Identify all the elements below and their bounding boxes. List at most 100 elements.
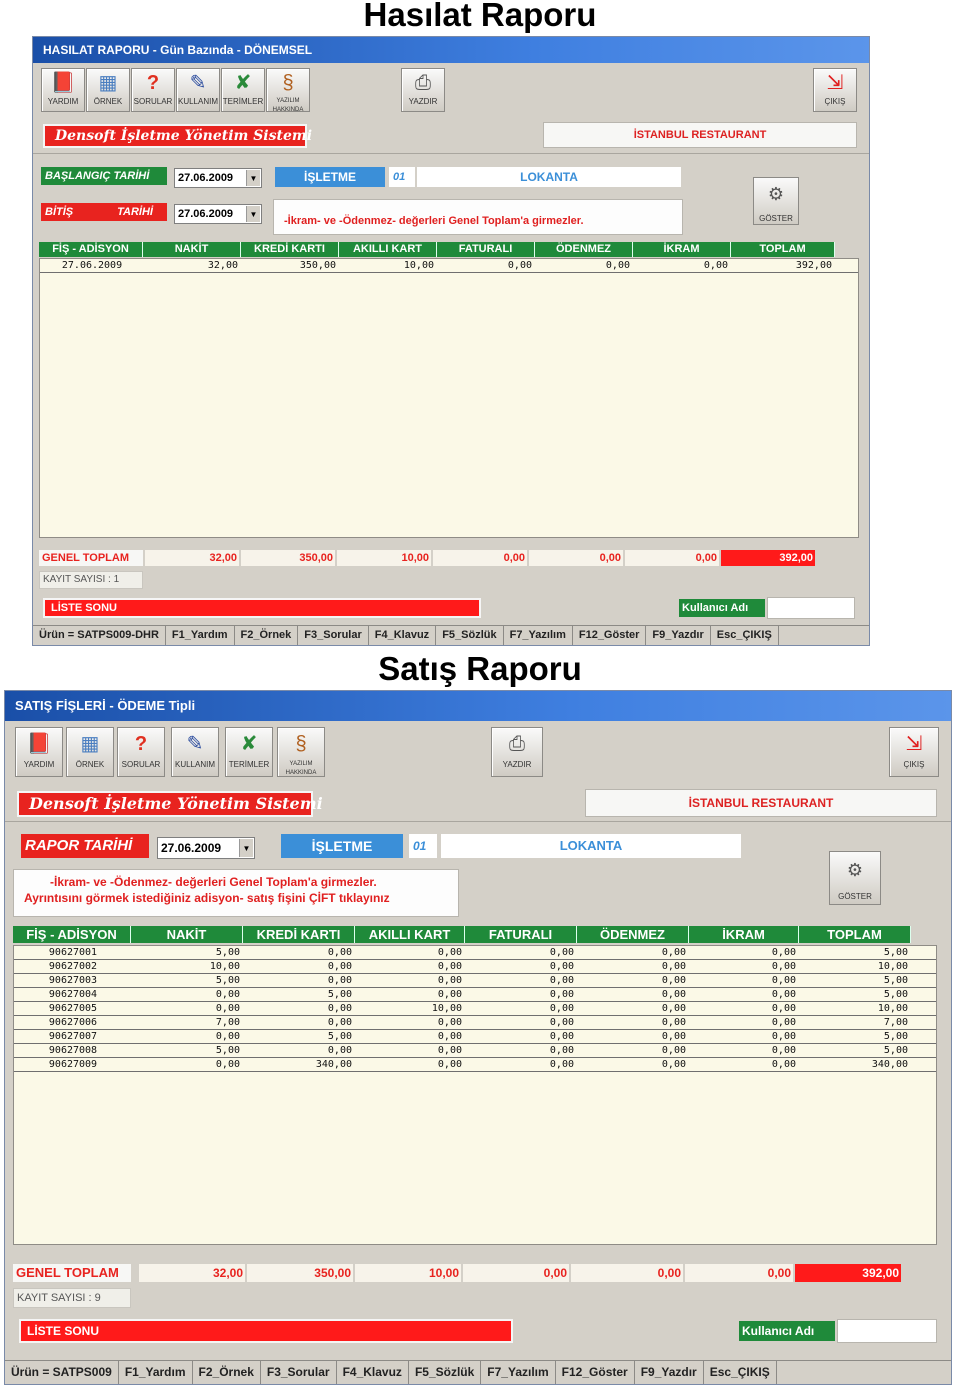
- col-toplam[interactable]: TOPLAM: [731, 242, 835, 257]
- status-f3[interactable]: F3_Sorular: [261, 1361, 337, 1384]
- about-button[interactable]: § YAZILIM HAKKINDA: [277, 727, 325, 777]
- status-f5[interactable]: F5_Sözlük: [436, 626, 504, 645]
- table-cell: 90627002: [48, 961, 98, 972]
- help-button[interactable]: 📕 YARDIM: [15, 727, 63, 777]
- table-cell: 0,00: [437, 961, 462, 972]
- status-f7[interactable]: F7_Yazılım: [504, 626, 573, 645]
- table-cell: 0,00: [549, 947, 574, 958]
- status-f4[interactable]: F4_Klavuz: [369, 626, 437, 645]
- totals-label: GENEL TOPLAM: [39, 550, 143, 566]
- table-cell: 10,00: [431, 1003, 462, 1014]
- status-f5[interactable]: F5_Sözlük: [409, 1361, 482, 1384]
- about-button[interactable]: § YAZILIM HAKKINDA: [266, 68, 310, 113]
- total-toplam: 392,00: [721, 550, 815, 566]
- table-cell: 10,00: [209, 961, 240, 972]
- table-cell: 0,00: [215, 989, 240, 1000]
- col-ikram[interactable]: İKRAM: [633, 242, 731, 257]
- table-cell: 0,00: [605, 260, 630, 271]
- chevron-down-icon[interactable]: ▼: [239, 839, 253, 857]
- data-grid[interactable]: 27.06.2009 32,00 350,00 10,00 0,00 0,00 0,00 39…: [39, 258, 859, 538]
- col-ikram[interactable]: İKRAM: [689, 926, 799, 943]
- total-faturali: 0,00: [463, 1264, 569, 1282]
- sample-button[interactable]: ▦ ÖRNEK: [66, 727, 114, 777]
- table-row[interactable]: 90627007 0,00 5,00 0,00 0,00 0,00 0,00 5,00: [14, 1030, 936, 1044]
- col-kredi[interactable]: KREDİ KARTI: [243, 926, 355, 943]
- table-row[interactable]: 90627002 10,00 0,00 0,00 0,00 0,00 0,00 10,00: [14, 960, 936, 974]
- table-row[interactable]: 90627006 7,00 0,00 0,00 0,00 0,00 0,00 7,00: [14, 1016, 936, 1030]
- table-cell: 5,00: [327, 989, 352, 1000]
- status-f4[interactable]: F4_Klavuz: [337, 1361, 409, 1384]
- window-title: SATIŞ FİŞLERİ - ÖDEME Tipli: [5, 691, 951, 721]
- chevron-down-icon[interactable]: ▼: [246, 170, 260, 186]
- table-cell: 0,00: [549, 975, 574, 986]
- status-f7[interactable]: F7_Yazılım: [481, 1361, 556, 1384]
- table-row[interactable]: 90627004 0,00 5,00 0,00 0,00 0,00 0,00 5,00: [14, 988, 936, 1002]
- table-row[interactable]: 90627005 0,00 0,00 10,00 0,00 0,00 0,00 10,00: [14, 1002, 936, 1016]
- window-title: HASILAT RAPORU - Gün Bazında - DÖNEMSEL: [33, 37, 869, 63]
- table-row[interactable]: 90627009 0,00 340,00 0,00 0,00 0,00 0,00 340,00: [14, 1058, 936, 1072]
- questions-button[interactable]: ? SORULAR: [131, 68, 175, 112]
- table-cell: 27.06.2009: [61, 260, 123, 271]
- col-kredi[interactable]: KREDİ KARTI: [241, 242, 339, 257]
- status-f2[interactable]: F2_Örnek: [235, 626, 299, 645]
- table-cell: 0,00: [215, 1031, 240, 1042]
- col-nakit[interactable]: NAKİT: [143, 242, 241, 257]
- status-f3[interactable]: F3_Sorular: [298, 626, 369, 645]
- col-nakit[interactable]: NAKİT: [131, 926, 243, 943]
- exit-button[interactable]: ⇲ ÇIKIŞ: [813, 68, 857, 112]
- user-field[interactable]: [767, 597, 855, 619]
- status-f9[interactable]: F9_Yazdır: [635, 1361, 704, 1384]
- exit-button[interactable]: ⇲ ÇIKIŞ: [889, 727, 939, 777]
- status-f12[interactable]: F12_Göster: [573, 626, 647, 645]
- status-f12[interactable]: F12_Göster: [556, 1361, 635, 1384]
- data-grid[interactable]: 90627001 5,00 0,00 0,00 0,00 0,00 0,00 5,00 9062…: [13, 945, 937, 1245]
- status-product: Ürün = SATPS009: [5, 1361, 119, 1384]
- start-date-picker[interactable]: 27.06.2009 ▼: [174, 168, 262, 188]
- restaurant-name: İSTANBUL RESTAURANT: [585, 789, 937, 817]
- col-fis[interactable]: FİŞ - ADİSYON: [13, 926, 131, 943]
- isletme-code[interactable]: 01: [409, 834, 437, 858]
- chevron-down-icon[interactable]: ▼: [246, 206, 260, 222]
- table-cell: 0,00: [549, 1059, 574, 1070]
- col-faturali[interactable]: FATURALI: [465, 926, 577, 943]
- show-button[interactable]: ⚙ GÖSTER: [829, 851, 881, 905]
- terms-button[interactable]: ✘ TERİMLER: [225, 727, 273, 777]
- total-toplam: 392,00: [795, 1264, 901, 1282]
- print-button[interactable]: ⎙ YAZDIR: [401, 68, 445, 112]
- start-date-label: BAŞLANGIÇ TARİHİ: [41, 167, 167, 185]
- table-row[interactable]: 90627001 5,00 0,00 0,00 0,00 0,00 0,00 5,00: [14, 946, 936, 960]
- help-button[interactable]: 📕 YARDIM: [41, 68, 85, 112]
- status-esc[interactable]: Esc_ÇIKIŞ: [711, 626, 779, 645]
- end-date-picker[interactable]: 27.06.2009 ▼: [174, 204, 262, 224]
- col-toplam[interactable]: TOPLAM: [799, 926, 911, 943]
- col-fis[interactable]: FİŞ - ADİSYON: [39, 242, 143, 257]
- usage-button[interactable]: ✎ KULLANIM: [176, 68, 220, 112]
- col-odenmez[interactable]: ÖDENMEZ: [535, 242, 633, 257]
- seahorse-icon: §: [282, 72, 294, 94]
- col-akilli[interactable]: AKILLI KART: [339, 242, 437, 257]
- user-field[interactable]: [837, 1319, 937, 1343]
- status-f2[interactable]: F2_Örnek: [193, 1361, 261, 1384]
- terms-button[interactable]: ✘ TERİMLER: [221, 68, 265, 112]
- status-f9[interactable]: F9_Yazdır: [646, 626, 711, 645]
- print-button[interactable]: ⎙ YAZDIR: [491, 727, 543, 777]
- total-nakit: 32,00: [145, 550, 239, 566]
- questions-button[interactable]: ? SORULAR: [117, 727, 165, 777]
- table-row[interactable]: 27.06.2009 32,00 350,00 10,00 0,00 0,00 0,00 39…: [40, 259, 858, 273]
- status-esc[interactable]: Esc_ÇIKIŞ: [704, 1361, 777, 1384]
- show-button[interactable]: ⚙ GÖSTER: [753, 177, 799, 225]
- col-akilli[interactable]: AKILLI KART: [355, 926, 465, 943]
- table-cell: 0,00: [661, 989, 686, 1000]
- table-row[interactable]: 90627003 5,00 0,00 0,00 0,00 0,00 0,00 5,00: [14, 974, 936, 988]
- usage-button[interactable]: ✎ KULLANIM: [171, 727, 219, 777]
- table-row[interactable]: 90627008 5,00 0,00 0,00 0,00 0,00 0,00 5,00: [14, 1044, 936, 1058]
- sample-button[interactable]: ▦ ÖRNEK: [86, 68, 130, 112]
- status-f1[interactable]: F1_Yardım: [166, 626, 235, 645]
- question-icon: ?: [134, 733, 148, 755]
- isletme-code[interactable]: 01: [389, 167, 415, 187]
- table-cell: 90627004: [48, 989, 98, 1000]
- status-f1[interactable]: F1_Yardım: [119, 1361, 193, 1384]
- col-faturali[interactable]: FATURALI: [437, 242, 535, 257]
- report-date-picker[interactable]: 27.06.2009 ▼: [157, 837, 255, 859]
- col-odenmez[interactable]: ÖDENMEZ: [577, 926, 689, 943]
